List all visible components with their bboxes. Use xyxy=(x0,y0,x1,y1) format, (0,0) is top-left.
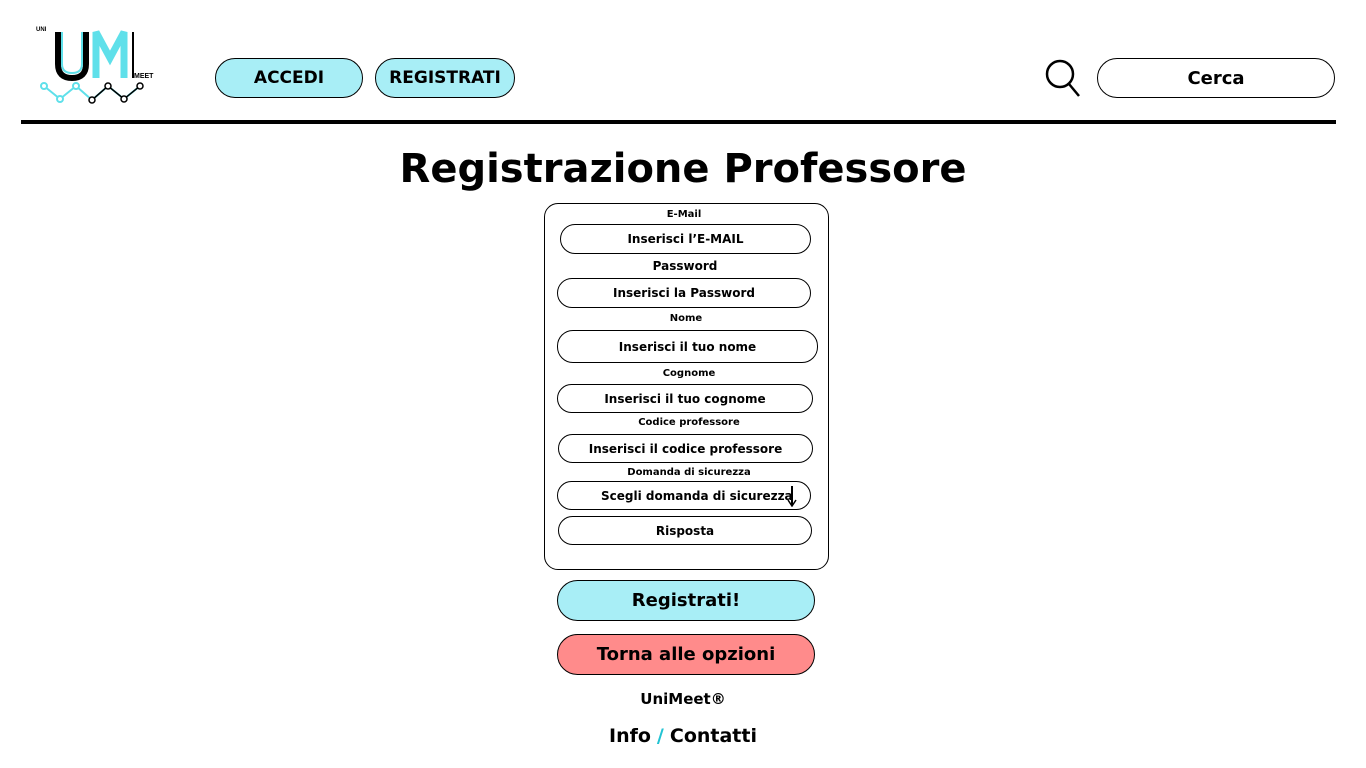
contact-link[interactable]: Contatti xyxy=(670,725,757,747)
password-field[interactable]: Inserisci la Password xyxy=(557,278,811,308)
security-question-label: Domanda di sicurezza xyxy=(627,467,751,478)
logo-mark: UNI MEET xyxy=(36,27,154,104)
page-title: Registrazione Professore xyxy=(399,146,967,192)
search-input[interactable]: Cerca xyxy=(1097,58,1335,98)
back-to-options-button[interactable]: Torna alle opzioni xyxy=(557,634,815,675)
answer-field[interactable]: Risposta xyxy=(558,516,812,545)
first-name-label: Nome xyxy=(669,313,703,324)
logo-top-text: UNI xyxy=(36,27,47,33)
search-icon[interactable] xyxy=(1044,58,1082,98)
professor-code-label: Codice professore xyxy=(638,417,740,428)
submit-register-button[interactable]: Registrati! xyxy=(557,580,815,621)
logo[interactable]: UNI MEET xyxy=(34,24,174,108)
footer-brand: UniMeet® xyxy=(640,690,726,708)
header-divider xyxy=(21,120,1336,124)
first-name-field[interactable]: Inserisci il tuo nome xyxy=(557,330,818,363)
login-button[interactable]: ACCEDI xyxy=(215,58,363,98)
professor-code-field[interactable]: Inserisci il codice professore xyxy=(558,434,813,463)
footer-separator: / xyxy=(656,725,664,747)
password-label: Password xyxy=(652,259,718,273)
logo-bottom-text: MEET xyxy=(134,73,154,80)
email-field[interactable]: Inserisci l’E-MAIL xyxy=(560,224,811,254)
last-name-field[interactable]: Inserisci il tuo cognome xyxy=(557,384,813,413)
info-link[interactable]: Info xyxy=(609,725,651,747)
register-nav-button[interactable]: REGISTRATI xyxy=(375,58,515,98)
footer-links: Info / Contatti xyxy=(0,725,1366,747)
security-question-select[interactable]: Scegli domanda di sicurezza xyxy=(557,481,811,510)
last-name-label: Cognome xyxy=(662,368,716,379)
arrow-down-icon xyxy=(787,486,797,507)
email-label: E-Mail xyxy=(666,209,702,220)
security-question-value: Scegli domanda di sicurezza xyxy=(601,488,793,503)
